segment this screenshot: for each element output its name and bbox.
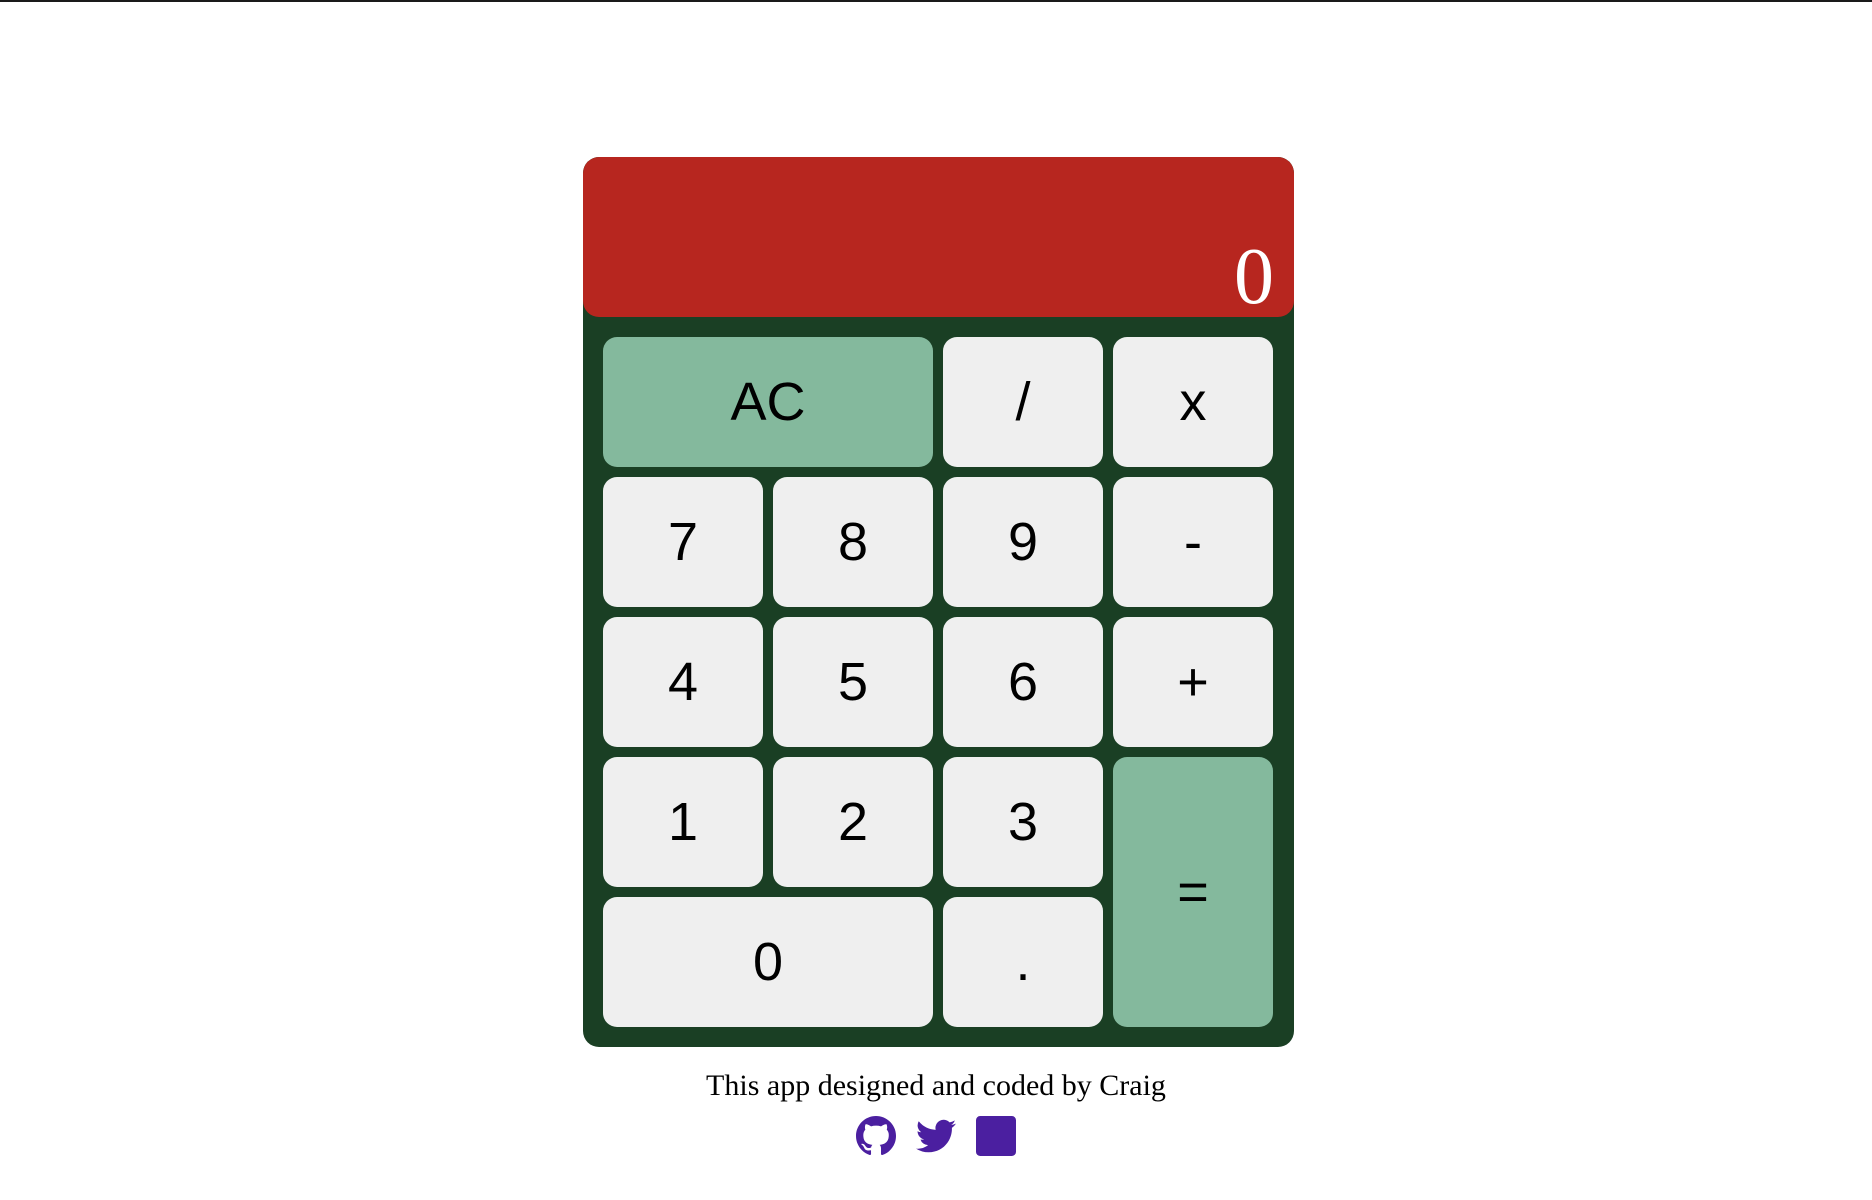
display: 0 xyxy=(583,157,1294,317)
clear-button[interactable]: AC xyxy=(603,337,933,467)
zero-button[interactable]: 0 xyxy=(603,897,933,1027)
display-value: 0 xyxy=(1234,233,1274,321)
divide-button[interactable]: / xyxy=(943,337,1103,467)
linkedin-link[interactable] xyxy=(976,1116,1016,1156)
top-divider xyxy=(0,0,1872,2)
nine-button[interactable]: 9 xyxy=(943,477,1103,607)
twitter-icon xyxy=(916,1119,956,1153)
multiply-button[interactable]: x xyxy=(1113,337,1273,467)
twitter-link[interactable] xyxy=(916,1116,956,1156)
github-icon xyxy=(856,1116,896,1156)
four-button[interactable]: 4 xyxy=(603,617,763,747)
six-button[interactable]: 6 xyxy=(943,617,1103,747)
add-button[interactable]: + xyxy=(1113,617,1273,747)
eight-button[interactable]: 8 xyxy=(773,477,933,607)
credit-text: This app designed and coded by Craig xyxy=(706,1069,1166,1102)
github-link[interactable] xyxy=(856,1116,896,1156)
seven-button[interactable]: 7 xyxy=(603,477,763,607)
social-links xyxy=(0,1116,1872,1156)
keypad: AC / x 7 8 9 - 4 5 6 + 1 2 3 = 0 . xyxy=(603,337,1274,1027)
subtract-button[interactable]: - xyxy=(1113,477,1273,607)
linkedin-icon xyxy=(976,1116,1016,1156)
five-button[interactable]: 5 xyxy=(773,617,933,747)
footer: This app designed and coded by Craig xyxy=(0,1066,1872,1156)
one-button[interactable]: 1 xyxy=(603,757,763,887)
decimal-button[interactable]: . xyxy=(943,897,1103,1027)
equals-button[interactable]: = xyxy=(1113,757,1273,1027)
calculator: 0 AC / x 7 8 9 - 4 5 6 + 1 2 3 = 0 . xyxy=(583,157,1294,1047)
two-button[interactable]: 2 xyxy=(773,757,933,887)
three-button[interactable]: 3 xyxy=(943,757,1103,887)
